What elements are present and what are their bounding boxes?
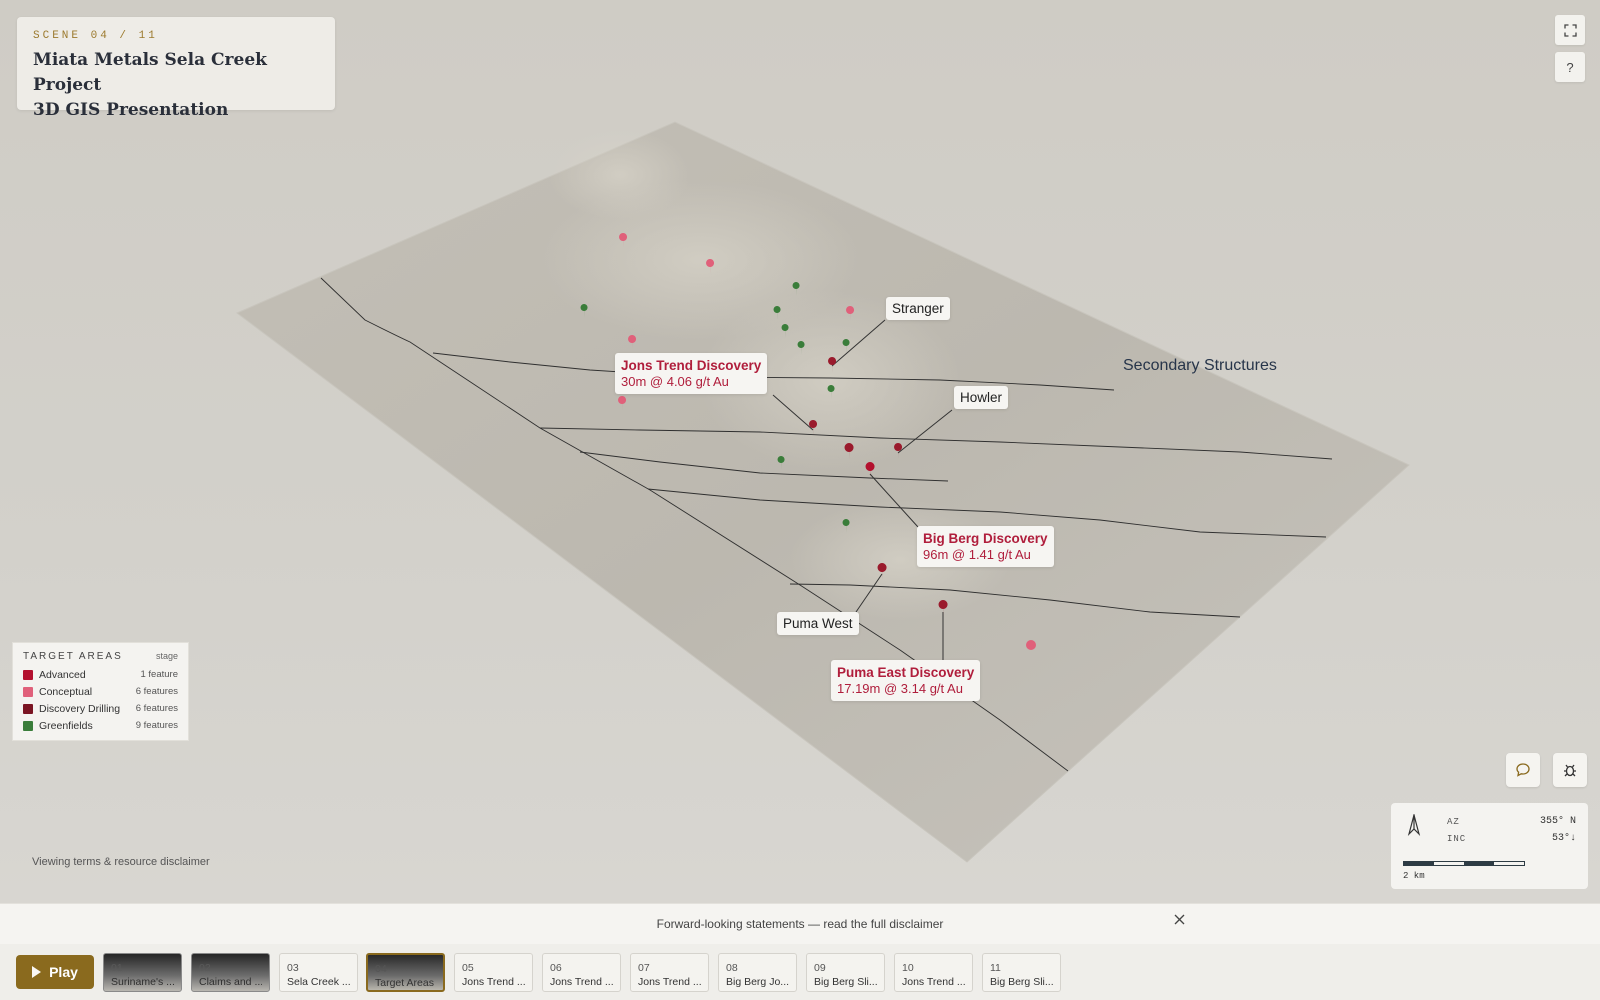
scene-title-card: SCENE 04 / 11 Miata Metals Sela Creek Pr… xyxy=(17,17,335,120)
scene-tile-11[interactable]: 11 Big Berg Sli... xyxy=(982,953,1061,992)
discovery-title: Big Berg Discovery xyxy=(923,531,1048,546)
legend-item-count: 6 features xyxy=(135,686,178,697)
target-areas-legend: TARGET AREAS stage Advanced 1 feature Co… xyxy=(12,642,189,741)
discovery-callout-puma-east[interactable]: Puma East Discovery 17.19m @ 3.14 g/t Au xyxy=(831,660,981,701)
scene-tile-title: Sela Creek ... xyxy=(287,976,350,988)
discovery-callout-big-berg[interactable]: Big Berg Discovery 96m @ 1.41 g/t Au xyxy=(917,526,1054,567)
scale-bar xyxy=(1403,861,1525,866)
scene-tile-number: 07 xyxy=(638,962,650,974)
play-icon xyxy=(32,966,42,978)
scene-tile-number: 06 xyxy=(550,962,562,974)
scene-tile-10[interactable]: 10 Jons Trend ... xyxy=(894,953,973,992)
scene-tile-title: Suriname's ... xyxy=(111,976,174,988)
play-label: Play xyxy=(49,964,78,980)
legend-swatch xyxy=(23,720,33,731)
scene-tile-title: Target Areas xyxy=(375,977,434,989)
presentation-subtitle: 3D GIS Presentation xyxy=(33,100,229,120)
bug-icon xyxy=(1564,764,1576,777)
scene-tile-number: 11 xyxy=(990,962,1001,974)
close-icon[interactable] xyxy=(1173,913,1186,926)
target-label-puma-west[interactable]: Puma West xyxy=(777,612,859,635)
scene-tile-number: 04 xyxy=(375,963,387,975)
scene-tile-04[interactable]: 04 Target Areas xyxy=(366,953,445,992)
legend-item-count: 9 features xyxy=(135,720,178,731)
legend-item-label: Advanced xyxy=(39,668,86,681)
scene-tile-02[interactable]: 02 Claims and ... xyxy=(191,953,270,992)
legend-subtitle: stage xyxy=(155,651,178,661)
legend-swatch xyxy=(23,669,33,680)
north-arrow-icon xyxy=(1407,814,1421,836)
help-icon: ? xyxy=(1566,59,1574,75)
scene-tile-title: Big Berg Jo... xyxy=(726,976,789,988)
scene-tile-title: Big Berg Sli... xyxy=(990,976,1053,988)
target-label-stranger[interactable]: Stranger xyxy=(886,297,950,320)
viewing-terms-link[interactable]: Viewing terms & resource disclaimer xyxy=(32,856,210,868)
scene-tile-09[interactable]: 09 Big Berg Sli... xyxy=(806,953,885,992)
scale-bar-label: 2 km xyxy=(1403,871,1425,881)
scene-tile-08[interactable]: 08 Big Berg Jo... xyxy=(718,953,797,992)
scene-tile-number: 08 xyxy=(726,962,738,974)
legend-swatch xyxy=(23,703,33,714)
legend-title: TARGET AREAS xyxy=(23,651,123,662)
discovery-result: 17.19m @ 3.14 g/t Au xyxy=(837,681,963,696)
comment-button[interactable] xyxy=(1506,753,1540,787)
scene-tile-06[interactable]: 06 Jons Trend ... xyxy=(542,953,621,992)
discovery-result: 30m @ 4.06 g/t Au xyxy=(621,374,729,389)
inclination-label: INC xyxy=(1447,834,1467,844)
scene-tile-number: 01 xyxy=(111,962,123,974)
scene-counter: SCENE 04 / 11 xyxy=(33,30,158,42)
conceptual-marker xyxy=(1026,640,1036,650)
debug-button[interactable] xyxy=(1553,753,1587,787)
scene-tile-title: Claims and ... xyxy=(199,976,262,988)
scene-tile-title: Jons Trend ... xyxy=(902,976,965,988)
disclaimer-text: Forward-looking statements — read the fu… xyxy=(656,917,944,931)
legend-item-label: Conceptual xyxy=(39,685,93,698)
fullscreen-button[interactable] xyxy=(1555,15,1585,45)
scene-tile-number: 02 xyxy=(199,962,211,974)
discovery-callout-jons-trend[interactable]: Jons Trend Discovery 30m @ 4.06 g/t Au xyxy=(615,353,768,394)
scene-tile-07[interactable]: 07 Jons Trend ... xyxy=(630,953,709,992)
legend-swatch xyxy=(23,686,33,697)
stranger-label-text: Stranger xyxy=(892,301,944,316)
play-button[interactable]: Play xyxy=(16,955,94,989)
legend-item-label: Greenfields xyxy=(39,719,93,732)
discovery-title: Jons Trend Discovery xyxy=(621,358,762,373)
scene-tile-number: 05 xyxy=(462,962,474,974)
legend-item-greenfields[interactable]: Greenfields 9 features xyxy=(23,717,178,734)
scene-tile-title: Jons Trend ... xyxy=(462,976,525,988)
speech-bubble-icon xyxy=(1516,763,1530,777)
map-canvas[interactable] xyxy=(0,0,1600,903)
scene-tile-number: 10 xyxy=(902,962,914,974)
discovery-title: Puma East Discovery xyxy=(837,665,975,680)
legend-item-count: 6 features xyxy=(135,703,178,714)
puma-west-label-text: Puma West xyxy=(783,616,853,631)
scene-tile-title: Big Berg Sli... xyxy=(814,976,877,988)
legend-item-advanced[interactable]: Advanced 1 feature xyxy=(23,666,178,683)
scene-strip: Play 01 Suriname's ... 02 Claims and ...… xyxy=(0,944,1600,1000)
fullscreen-icon xyxy=(1563,23,1577,37)
discovery-result: 96m @ 1.41 g/t Au xyxy=(923,547,1031,562)
scene-tile-01[interactable]: 01 Suriname's ... xyxy=(103,953,182,992)
target-label-howler[interactable]: Howler xyxy=(954,386,1009,409)
scene-tile-number: 03 xyxy=(287,962,299,974)
scene-tile-title: Jons Trend ... xyxy=(638,976,701,988)
secondary-structures-label: Secondary Structures xyxy=(1123,357,1277,374)
inclination-value: 53°↓ xyxy=(1551,833,1576,844)
legend-item-conceptual[interactable]: Conceptual 6 features xyxy=(23,683,178,700)
presentation-title: Miata Metals Sela Creek Project xyxy=(33,50,267,95)
azimuth-label: AZ xyxy=(1447,817,1460,827)
howler-label-text: Howler xyxy=(960,390,1003,405)
scene-tile-03[interactable]: 03 Sela Creek ... xyxy=(279,953,358,992)
legend-item-count: 1 feature xyxy=(140,669,179,680)
scene-tile-05[interactable]: 05 Jons Trend ... xyxy=(454,953,533,992)
legend-item-label: Discovery Drilling xyxy=(39,702,121,715)
camera-info-panel: AZ 355° N INC 53°↓ 2 km xyxy=(1391,803,1588,889)
help-button[interactable]: ? xyxy=(1555,52,1585,82)
azimuth-value: 355° N xyxy=(1539,816,1576,827)
disclaimer-banner[interactable]: Forward-looking statements — read the fu… xyxy=(0,903,1600,944)
scene-tile-title: Jons Trend ... xyxy=(550,976,613,988)
legend-item-discovery-drilling[interactable]: Discovery Drilling 6 features xyxy=(23,700,178,717)
scene-tile-number: 09 xyxy=(814,962,826,974)
